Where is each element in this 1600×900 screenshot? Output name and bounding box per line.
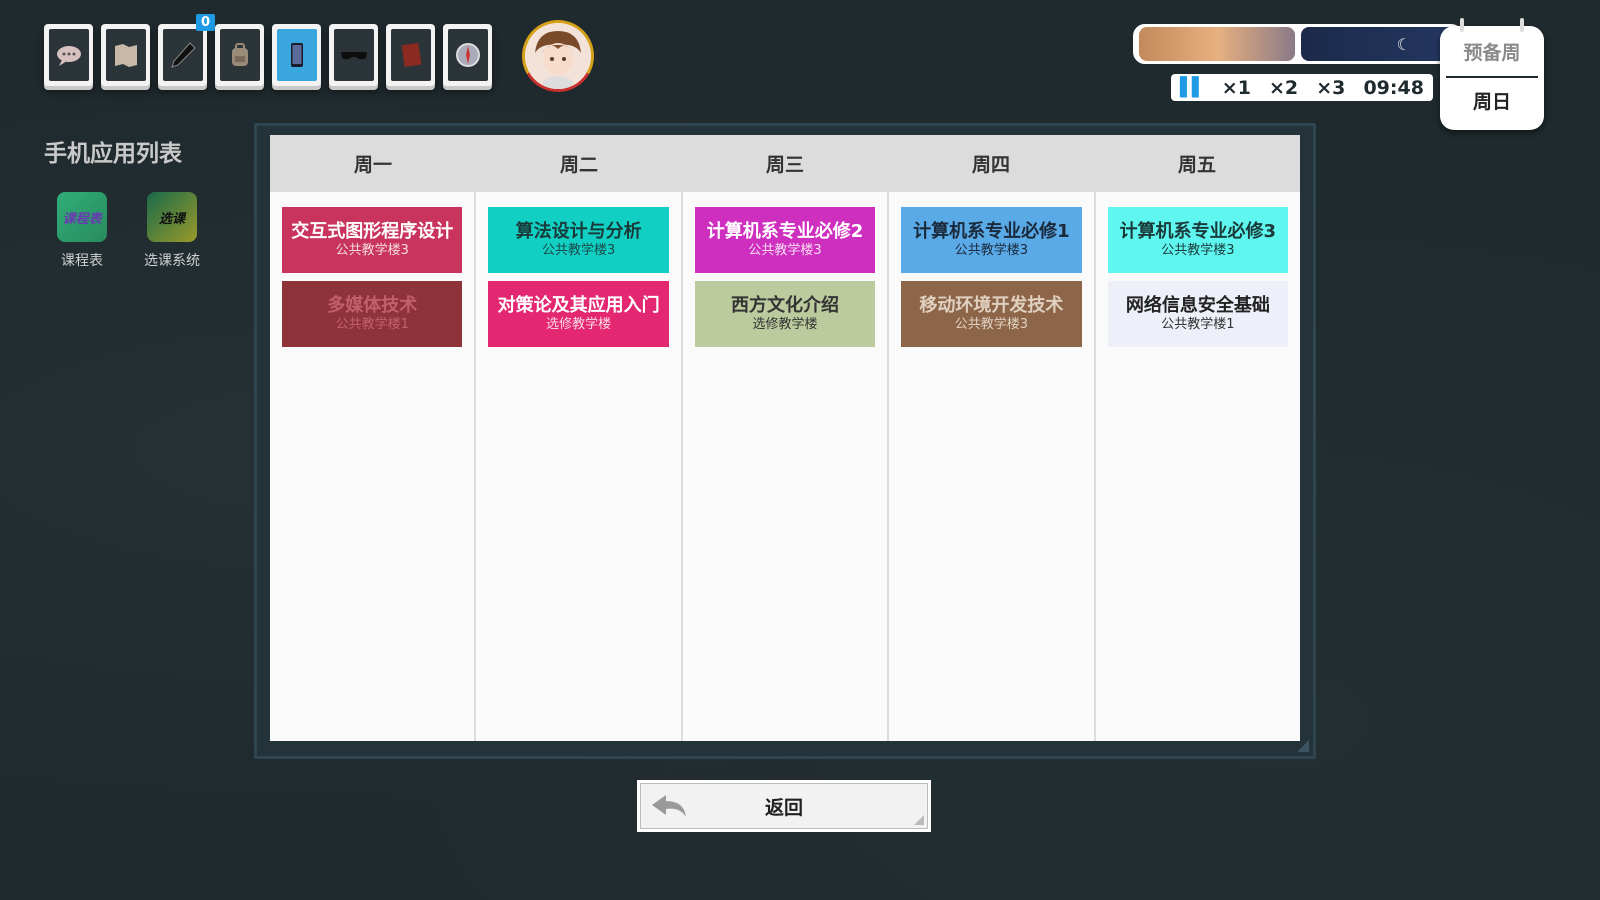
chat-bubble-icon (56, 46, 81, 66)
speed-3-button[interactable]: ×3 (1316, 77, 1345, 99)
return-button[interactable]: 返回 (637, 780, 931, 832)
day-header-fri: 周五 (1177, 154, 1216, 176)
day-header-tue: 周二 (559, 154, 598, 176)
day-label: 周日 (1472, 90, 1511, 113)
course-name: 计算机系专业必修1 (913, 221, 1070, 242)
day-column: 计算机系专业必修3 公共教学楼3 网络信息安全基础 公共教学楼1 (1096, 192, 1300, 741)
phone-icon (290, 43, 303, 67)
day-column: 交互式图形程序设计 公共教学楼3 多媒体技术 公共教学楼1 (270, 192, 477, 741)
course-name: 网络信息安全基础 (1125, 295, 1270, 316)
course-card[interactable]: 交互式图形程序设计 公共教学楼3 (282, 207, 463, 273)
course-name: 计算机系专业必修2 (706, 221, 864, 242)
app-list-title: 手机应用列表 (44, 141, 182, 167)
tool-pen[interactable]: 0 (158, 14, 215, 86)
tool-book[interactable] (386, 24, 435, 86)
day-header-thu: 周四 (971, 154, 1010, 176)
course-location: 公共教学楼3 (335, 243, 409, 258)
book-icon (401, 42, 421, 67)
moon-icon: ☾ (1396, 35, 1411, 54)
timetable: 周一 周二 周三 周四 周五 交互式图形程序设计 公共教学楼3 多媒体技术 公共教学楼… (270, 135, 1300, 741)
course-selection-app-icon[interactable]: 选课 (147, 192, 197, 242)
clock-time: 09:48 (1363, 76, 1424, 99)
pen-icon (170, 42, 196, 68)
pen-badge: 0 (195, 14, 215, 31)
timetable-frame: 周一 周二 周三 周四 周五 交互式图形程序设计 公共教学楼3 多媒体技术 公共教学楼… (254, 123, 1316, 759)
tool-phone[interactable] (272, 24, 321, 86)
speed-1-button[interactable]: ×1 (1222, 77, 1251, 99)
tool-chat[interactable] (44, 24, 93, 86)
day-column: 计算机系专业必修2 公共教学楼3 西方文化介绍 选修教学楼 (683, 192, 890, 741)
backpack-icon (231, 43, 248, 66)
nighttime-sky: ☾ (1301, 27, 1457, 61)
course-card[interactable]: 算法设计与分析 公共教学楼3 (488, 207, 669, 273)
day-night-indicator: ☾ (1133, 24, 1463, 64)
timetable-app-icon[interactable]: 课程表 (57, 192, 107, 242)
course-name: 对策论及其应用入门 (497, 295, 660, 316)
course-name: 算法设计与分析 (515, 221, 642, 242)
course-name: 移动环境开发技术 (919, 295, 1064, 316)
calendar-ring (1460, 18, 1464, 32)
day-header-mon: 周一 (353, 154, 392, 176)
tool-sunglasses[interactable] (329, 24, 378, 86)
course-card[interactable]: 西方文化介绍 选修教学楼 (694, 281, 876, 347)
course-name: 交互式图形程序设计 (291, 221, 454, 242)
app-course-selection[interactable]: 选课 选课系统 (134, 192, 210, 270)
calendar-widget: 预备周 周日 (1440, 18, 1544, 130)
top-toolbar: 0 (44, 14, 492, 86)
course-location: 公共教学楼3 (954, 317, 1029, 332)
course-location: 公共教学楼1 (335, 317, 409, 332)
course-location: 公共教学楼3 (748, 243, 822, 258)
map-icon (114, 44, 137, 67)
course-card[interactable]: 移动环境开发技术 公共教学楼3 (901, 281, 1082, 347)
course-card[interactable]: 网络信息安全基础 公共教学楼1 (1107, 281, 1289, 347)
resize-corner (1297, 740, 1309, 752)
tool-backpack[interactable] (215, 24, 264, 86)
course-location: 公共教学楼3 (954, 243, 1029, 258)
return-arrow-icon (652, 795, 686, 817)
course-location: 公共教学楼3 (1161, 243, 1235, 258)
return-button-label: 返回 (764, 796, 803, 819)
course-card[interactable]: 计算机系专业必修1 公共教学楼3 (901, 207, 1082, 273)
timetable-columns: 交互式图形程序设计 公共教学楼3 多媒体技术 公共教学楼1 算法设计与分析 公共教学楼3 对… (270, 192, 1300, 741)
speed-2-button[interactable]: ×2 (1269, 77, 1298, 99)
day-column: 算法设计与分析 公共教学楼3 对策论及其应用入门 选修教学楼 (476, 192, 683, 741)
pause-icon[interactable]: ▌▌ (1180, 77, 1206, 98)
course-location: 公共教学楼3 (541, 243, 616, 258)
tool-map[interactable] (101, 24, 150, 86)
course-name: 西方文化介绍 (731, 295, 840, 316)
day-column: 计算机系专业必修1 公共教学楼3 移动环境开发技术 公共教学楼3 (889, 192, 1096, 741)
app-timetable[interactable]: 课程表 课程表 (44, 192, 120, 270)
calendar-ring (1520, 18, 1524, 32)
timetable-header: 周一 周二 周三 周四 周五 (270, 135, 1300, 192)
sunglasses-icon (340, 52, 367, 60)
course-card[interactable]: 计算机系专业必修2 公共教学楼3 (694, 207, 876, 273)
tool-compass[interactable] (443, 24, 492, 86)
course-card[interactable]: 计算机系专业必修3 公共教学楼3 (1107, 207, 1289, 273)
daytime-sky (1139, 27, 1295, 61)
course-location: 公共教学楼1 (1161, 317, 1235, 332)
app-timetable-label: 课程表 (61, 253, 103, 269)
player-avatar[interactable] (522, 20, 594, 92)
course-name: 多媒体技术 (327, 295, 418, 316)
course-location: 选修教学楼 (546, 317, 612, 332)
app-course-selection-label: 选课系统 (144, 253, 200, 269)
compass-icon (455, 43, 480, 67)
time-controls: ▌▌ ×1 ×2 ×3 09:48 (1171, 74, 1433, 101)
week-label: 预备周 (1446, 26, 1538, 78)
character-portrait-icon (525, 23, 591, 89)
course-card[interactable]: 对策论及其应用入门 选修教学楼 (488, 281, 669, 347)
course-name: 计算机系专业必修3 (1119, 221, 1277, 242)
course-card[interactable]: 多媒体技术 公共教学楼1 (282, 281, 463, 347)
button-corner (914, 815, 924, 825)
day-header-wed: 周三 (765, 154, 804, 176)
course-location: 选修教学楼 (752, 317, 818, 332)
